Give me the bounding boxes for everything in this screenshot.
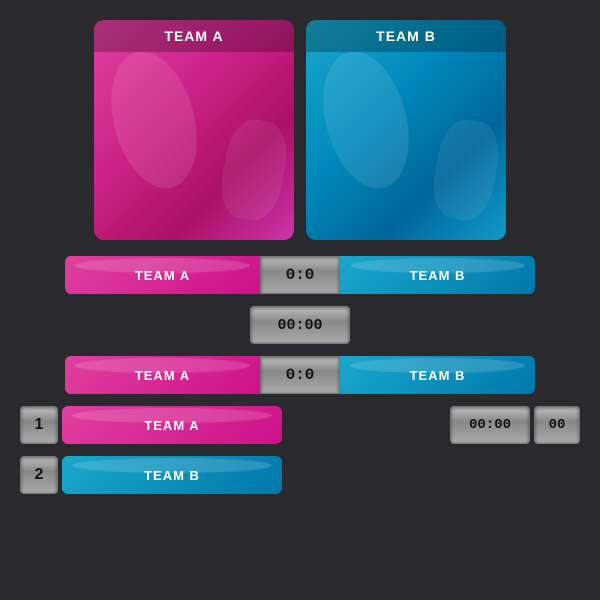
timer-display-1: 00:00 xyxy=(250,306,350,344)
timer-display-extra: 00 xyxy=(534,406,580,444)
team-b-card: TEAM B xyxy=(306,20,506,240)
team-a-bar-3: TEAM A xyxy=(62,406,282,444)
number-1-box: 1 xyxy=(20,406,58,444)
team-b-card-label: TEAM B xyxy=(306,20,506,52)
score-display-2: 0:0 xyxy=(260,356,340,394)
number-2-box: 2 xyxy=(20,456,58,494)
timer-row-1: 00:00 xyxy=(20,306,580,344)
timer-group-right: 00:00 00 xyxy=(450,406,580,444)
team-b-bar-2: TEAM B xyxy=(340,356,535,394)
top-cards-section: TEAM A TEAM B xyxy=(20,20,580,240)
team-a-card-label: TEAM A xyxy=(94,20,294,52)
timer-display-2: 00:00 xyxy=(450,406,530,444)
team-a-bar-1: TEAM A xyxy=(65,256,260,294)
score-display-1: 0:0 xyxy=(260,256,340,294)
numbered-row-2: 2 TEAM B xyxy=(20,456,580,494)
team-a-card: TEAM A xyxy=(94,20,294,240)
numbered-row-1: 1 TEAM A 00:00 00 xyxy=(20,406,580,444)
team-a-bar-2: TEAM A xyxy=(65,356,260,394)
team-b-bar-3: TEAM B xyxy=(62,456,282,494)
score-row-1: TEAM A 0:0 TEAM B xyxy=(20,256,580,294)
score-row-2: TEAM A 0:0 TEAM B xyxy=(20,356,580,394)
team-b-bar-1: TEAM B xyxy=(340,256,535,294)
